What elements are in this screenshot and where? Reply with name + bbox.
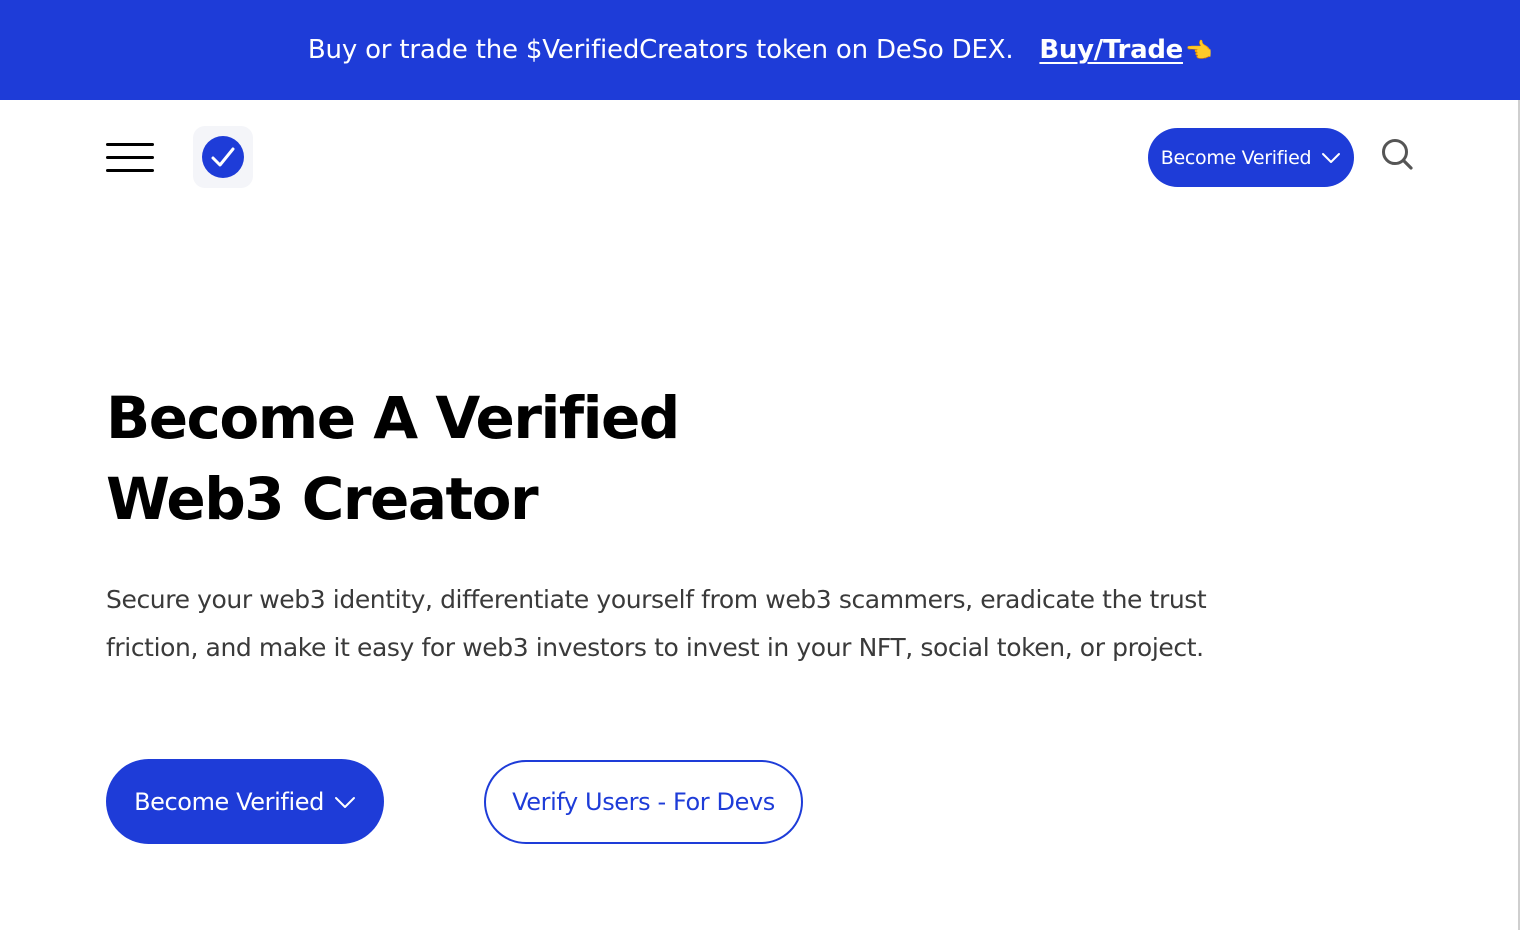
promo-banner: Buy or trade the $VerifiedCreators token…	[0, 0, 1520, 100]
buy-trade-link[interactable]: Buy/Trade👈	[1039, 35, 1212, 65]
buy-trade-link-label: Buy/Trade	[1039, 35, 1183, 65]
hamburger-menu-icon[interactable]	[106, 142, 154, 174]
chevron-down-icon	[334, 795, 356, 809]
verify-users-devs-label: Verify Users - For Devs	[512, 788, 775, 816]
menu-bar	[106, 169, 154, 172]
site-logo[interactable]	[193, 126, 253, 188]
menu-bar	[106, 143, 154, 146]
hero-title-line-2: Web3 Creator	[106, 465, 539, 533]
become-verified-label: Become Verified	[134, 787, 324, 816]
search-icon[interactable]	[1380, 137, 1414, 171]
pointing-hand-icon: 👈	[1184, 39, 1213, 64]
page: Buy or trade the $VerifiedCreators token…	[0, 0, 1520, 930]
chevron-down-icon	[1321, 151, 1341, 165]
hero-title-line-1: Become A Verified	[106, 384, 680, 452]
hero-description: Secure your web3 identity, differentiate…	[106, 585, 1207, 662]
verified-check-icon	[202, 136, 244, 178]
become-verified-button[interactable]: Become Verified	[106, 759, 384, 844]
promo-text: Buy or trade the $VerifiedCreators token…	[307, 35, 1014, 65]
header-become-verified-label: Become Verified	[1160, 146, 1312, 169]
hero-title: Become A Verified Web3 Creator	[106, 378, 906, 540]
verify-users-devs-button[interactable]: Verify Users - For Devs	[484, 760, 803, 844]
header-become-verified-button[interactable]: Become Verified	[1148, 128, 1354, 187]
menu-bar	[106, 156, 154, 159]
